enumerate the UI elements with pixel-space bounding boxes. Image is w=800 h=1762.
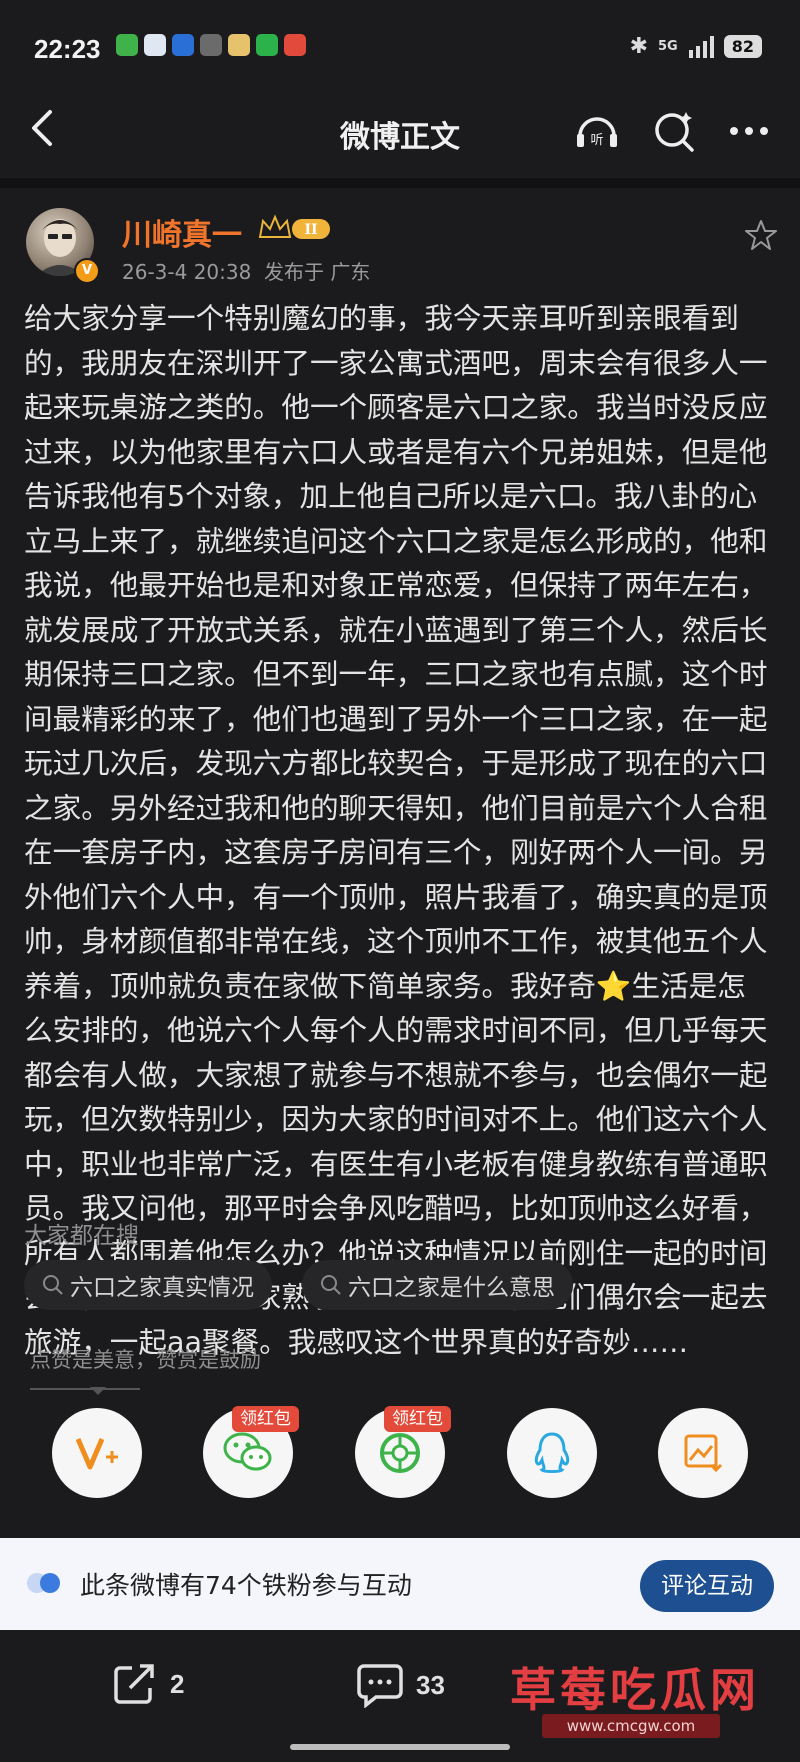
- wechat-icon: [223, 1432, 272, 1471]
- post-line: 我说，他最开始也是和对象正常恋爱，但保持了两年左右，: [24, 568, 768, 602]
- qq-icon: [534, 1432, 570, 1473]
- post-line: 玩过几次后，发现六方都比较契合，于是形成了现在的六口: [24, 746, 768, 780]
- search-icon[interactable]: [650, 106, 700, 156]
- red-packet-tag: 领红包: [384, 1406, 451, 1432]
- post-time: 26-3-4 20:38: [122, 260, 252, 284]
- post-line: 之家。另外经过我和他的聊天得知，他们目前是六个人合租: [24, 790, 768, 825]
- post-line: 外他们六个人中，有一个顶帅，照片我看了，确实真的是顶: [24, 879, 768, 914]
- post-line: 间最精彩的来了，他们也遇到了另外一个三口之家，在一起: [24, 701, 768, 736]
- post-line: 期保持三口之家。但不到一年，三口之家也有点腻，这个时: [24, 657, 768, 691]
- red-app-icon: [284, 34, 306, 56]
- shield-icon: [256, 34, 278, 56]
- status-bar: 22:23 ✱ 5G 82: [0, 0, 800, 96]
- iron-fans-banner: 此条微博有74个铁粉参与互动 评论互动: [0, 1538, 800, 1630]
- search-chip[interactable]: 六口之家是什么意思: [302, 1260, 573, 1310]
- post-line: 就发展成了开放式关系，就在小蓝遇到了第三个人，然后长: [24, 612, 768, 647]
- cloud-icon: [144, 34, 166, 56]
- verified-badge: V: [74, 258, 100, 284]
- more-icon[interactable]: [724, 106, 774, 156]
- system-indicators: ✱ 5G 82: [630, 34, 762, 59]
- search-icon: [43, 1275, 63, 1295]
- post-line: 中，职业也非常广泛，有医生有小老板有健身教练有普通职: [24, 1146, 768, 1181]
- post-line: 给大家分享一个特别魔幻的事，我今天亲耳听到亲眼看到: [24, 301, 739, 335]
- post-line: 在一套房子内，这套房子房间有三个，刚好两个人一间。另: [24, 835, 768, 869]
- like-hint: 点赞是美意，赞赏是鼓励: [30, 1348, 261, 1372]
- comment-button[interactable]: 33: [356, 1662, 445, 1708]
- wechat-icon: [116, 34, 138, 56]
- fans-icon: [27, 1573, 60, 1593]
- moments-icon: [380, 1433, 420, 1473]
- post-line: 起来玩桌游之类的。他一个顾客是六口之家。我当时没反应: [24, 390, 768, 424]
- post-line: 立马上来了，就继续追问这个六口之家是怎么形成的，他和: [24, 523, 768, 558]
- network-label: 5G: [658, 39, 678, 54]
- post-line: 都会有人做，大家想了就参与不想就不参与，也会偶尔一起: [24, 1057, 768, 1092]
- repost-button[interactable]: 2: [112, 1662, 184, 1706]
- app-icon: [172, 34, 194, 56]
- home-indicator[interactable]: [290, 1744, 510, 1750]
- post-line: 养着，顶帅就负责在家做下简单家务。我好奇⭐生活是怎: [24, 968, 746, 1003]
- member-crown-icon: II: [258, 214, 330, 239]
- member-level: II: [304, 222, 317, 238]
- search-section-title: 大家都在搜: [24, 1223, 139, 1249]
- like-hint-pointer: [30, 1387, 140, 1395]
- search-chip-label: 六口之家是什么意思: [348, 1275, 555, 1301]
- red-packet-tag: 领红包: [232, 1406, 299, 1432]
- battery-indicator: 82: [723, 35, 762, 58]
- post-location: 发布于 广东: [264, 260, 371, 284]
- post-line: 告诉我他有5个对象，加上他自己所以是六口。我八卦的心: [24, 479, 758, 513]
- post-meta: 26-3-4 20:38 发布于 广东: [122, 256, 370, 285]
- post-line: 么安排的，他说六个人每个人的需求时间不同，但几乎每天: [24, 1013, 768, 1047]
- image-download-icon: [684, 1434, 723, 1473]
- search-chip[interactable]: 六口之家真实情况: [24, 1260, 272, 1310]
- notification-icons: [116, 34, 306, 56]
- star-icon[interactable]: [744, 218, 778, 252]
- reward-button[interactable]: [52, 1408, 142, 1498]
- svg-text:听: 听: [590, 133, 603, 148]
- share-qq-button[interactable]: [507, 1408, 597, 1498]
- signal-icon: [688, 35, 714, 58]
- post-line: 的，我朋友在深圳开了一家公寓式酒吧，周末会有很多人一: [24, 345, 768, 380]
- comment-interact-button[interactable]: 评论互动: [640, 1560, 774, 1612]
- comment-icon: [357, 1664, 403, 1708]
- bottom-action-bar: 2 33 草莓吃瓜网 www.cmcgw.com: [0, 1630, 800, 1762]
- watermark-url: www.cmcgw.com: [542, 1714, 720, 1738]
- watermark-title: 草莓吃瓜网: [510, 1663, 760, 1717]
- divider: [0, 178, 800, 188]
- search-icon: [321, 1275, 341, 1295]
- search-chip-label: 六口之家真实情况: [70, 1275, 254, 1301]
- post-line: 玩，但次数特别少，因为大家的时间对不上。他们这六个人: [24, 1102, 768, 1136]
- author-name[interactable]: 川崎真一: [122, 210, 242, 254]
- photos-icon: [228, 34, 250, 56]
- repost-count: 2: [170, 1668, 185, 1699]
- listen-icon[interactable]: 听: [572, 106, 622, 156]
- comment-count: 33: [416, 1669, 445, 1700]
- game-icon: [200, 34, 222, 56]
- post-body: 给大家分享一个特别魔幻的事，我今天亲耳听到亲眼看到 的，我朋友在深圳开了一家公寓…: [24, 296, 784, 1364]
- nav-bar: 微博正文 听: [0, 96, 800, 166]
- clock: 22:23: [34, 34, 101, 64]
- repost-icon: [114, 1664, 154, 1704]
- bluetooth-icon: ✱: [629, 34, 649, 59]
- post-line: 帅，身材颜值都非常在线，这个顶帅不工作，被其他五个人: [24, 924, 768, 958]
- v-plus-icon: [75, 1438, 118, 1470]
- iron-fans-text: 此条微博有74个铁粉参与互动: [80, 1571, 412, 1600]
- post-line: 过来，以为他家里有六口人或者是有六个兄弟姐妹，但是他: [24, 434, 768, 469]
- save-image-button[interactable]: [658, 1408, 748, 1498]
